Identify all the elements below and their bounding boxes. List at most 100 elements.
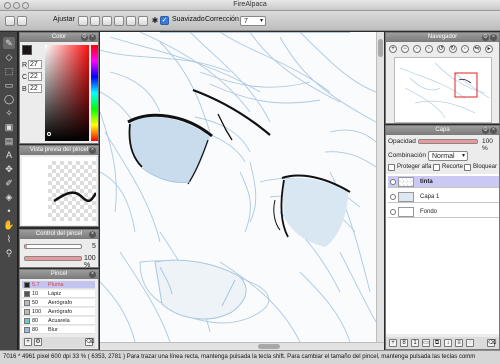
new-layer-icon[interactable]: + (389, 339, 397, 347)
dot-pen-tool-icon[interactable]: • (3, 205, 15, 217)
brush-name: Aerógrafo (48, 300, 73, 306)
snap-radial-button[interactable] (126, 16, 136, 26)
canvas-area[interactable] (100, 32, 384, 350)
hand-tool-icon[interactable]: ✋ (3, 219, 15, 231)
snap-vanishing-button[interactable] (114, 16, 124, 26)
magic-wand-tool-icon[interactable]: ✧ (3, 107, 15, 119)
snap-circle-button[interactable] (138, 16, 148, 26)
horizontal-scroll-thumb[interactable] (258, 344, 280, 349)
eyedropper-tool-icon[interactable]: ⌇ (3, 233, 15, 245)
new-folder-icon[interactable]: ▭ (422, 339, 430, 347)
merge-down-icon[interactable]: ↓ (444, 339, 452, 347)
brush-item-aerografo-100[interactable]: 100 Aerógrafo (22, 308, 95, 316)
snap-off-button[interactable] (78, 16, 88, 26)
lasso-tool-icon[interactable]: ◯ (3, 93, 15, 105)
panel-close-icon[interactable]: × (89, 147, 96, 154)
text-tool-icon[interactable]: A (3, 149, 15, 161)
delete-brush-icon[interactable]: ⌫ (85, 338, 94, 346)
navigator-thumbnail[interactable] (394, 57, 492, 123)
rotate-right-icon[interactable]: ↻ (449, 45, 457, 53)
zoom-tool-icon[interactable]: ⚲ (3, 247, 15, 259)
panel-close-icon[interactable]: × (490, 34, 497, 41)
brush-item-blur[interactable]: 80 Blur (22, 326, 95, 334)
clip-checkbox[interactable] (433, 164, 440, 171)
brush-name: Acuarela (48, 318, 70, 324)
lock-checkbox[interactable] (464, 164, 471, 171)
eye-icon[interactable] (390, 209, 396, 215)
primary-color-fill (23, 46, 31, 54)
vertical-scroll-thumb[interactable] (378, 39, 383, 57)
gradient-tool-icon[interactable]: ▤ (3, 135, 15, 147)
snap-cross-button[interactable] (102, 16, 112, 26)
brush-opacity-slider[interactable] (24, 256, 82, 261)
navigator-menu-icon[interactable]: ▸ (485, 45, 493, 53)
canvas-vertical-scrollbar[interactable] (376, 32, 384, 350)
brush-item-pluma[interactable]: 5.7 Pluma (22, 281, 95, 289)
zoom-fit-icon[interactable]: ◦ (413, 45, 421, 53)
correccion-select[interactable]: 7 ▾ (240, 16, 266, 26)
canvas-drawing[interactable] (100, 32, 376, 342)
suavizado-checkbox[interactable]: ✓ (160, 16, 169, 25)
add-brush-icon[interactable]: + (24, 338, 32, 346)
rotate-left-icon[interactable]: ↺ (437, 45, 445, 53)
panel-settings-icon[interactable]: ⚙ (81, 34, 88, 41)
saturation-value-field[interactable] (45, 45, 89, 141)
layer-properties-icon[interactable]: ≡ (455, 339, 463, 347)
brush-item-aerografo-50[interactable]: 50 Aerógrafo (22, 299, 95, 307)
b-label: B (22, 86, 27, 93)
layer-row-fondo[interactable]: Fondo (388, 206, 499, 218)
layer-panel: Capa ⚙ × Opacidad 100 % Combinación Norm… (385, 125, 500, 350)
flip-horizontal-icon[interactable]: ⇋ (473, 45, 481, 53)
blend-mode-select[interactable]: Normal ▾ (428, 151, 468, 161)
brush-preview-header: Vista previa del pincel × (20, 146, 98, 155)
navigator-toolbar: + − ◦ ◦ ↺ ↻ ◦ ⇋ ▸ (386, 43, 499, 55)
clear-layer-icon[interactable]: ◌ (466, 339, 474, 347)
eye-icon[interactable] (390, 179, 396, 185)
panel-settings-icon[interactable]: ⚙ (482, 127, 489, 134)
new-8bit-layer-icon[interactable]: 8 (400, 339, 408, 347)
panel-close-icon[interactable]: × (89, 231, 96, 238)
brush-size-value: 5 (92, 243, 96, 250)
select-tool-icon[interactable]: ▭ (3, 79, 15, 91)
move-tool-icon[interactable]: ✥ (3, 163, 15, 175)
hue-slider[interactable] (91, 45, 98, 141)
brush-item-acuarela[interactable]: 80 Acuarela (22, 317, 95, 325)
layer-opacity-slider[interactable] (418, 139, 478, 144)
brush-swatch (24, 282, 30, 288)
panel-close-icon[interactable]: × (89, 271, 96, 278)
brush-stroke-preview (53, 191, 96, 203)
duplicate-layer-icon[interactable]: ⧉ (433, 339, 441, 347)
chevron-down-icon: ▾ (461, 153, 465, 159)
layer-row-capa-1[interactable]: Capa 1 (388, 191, 499, 203)
panel-settings-icon[interactable]: ⚙ (482, 34, 489, 41)
rotate-reset-icon[interactable]: ◦ (461, 45, 469, 53)
canvas-horizontal-scrollbar[interactable] (100, 342, 384, 350)
brush-settings-icon[interactable]: ⚙ (34, 338, 42, 346)
zoom-in-icon[interactable]: + (389, 45, 397, 53)
delete-layer-icon[interactable]: ⌫ (487, 339, 496, 347)
fill-tool-icon[interactable]: ▣ (3, 121, 15, 133)
protect-alpha-checkbox[interactable] (388, 164, 395, 171)
snap-parallel-button[interactable] (90, 16, 100, 26)
zoom-out-icon[interactable]: − (401, 45, 409, 53)
snap-settings-icon[interactable]: ✱ (150, 16, 160, 26)
brush-item-lapiz[interactable]: 10 Lápiz (22, 290, 95, 298)
new-1bit-layer-icon[interactable]: 1 (411, 339, 419, 347)
zoom-actual-icon[interactable]: ◦ (425, 45, 433, 53)
brush-settings-button[interactable] (5, 16, 15, 26)
brush-size-slider[interactable] (24, 244, 82, 249)
pen-tool-icon[interactable]: ✎ (3, 37, 15, 49)
b-input[interactable]: 22 (28, 84, 42, 93)
select-pen-tool-icon[interactable]: ✐ (3, 177, 15, 189)
r-input[interactable]: 27 (28, 60, 42, 69)
select-eraser-tool-icon[interactable]: ◈ (3, 191, 15, 203)
snap-menu-button[interactable] (17, 16, 27, 26)
panel-close-icon[interactable]: × (490, 127, 497, 134)
eraser-tool-icon[interactable]: ◇ (3, 51, 15, 63)
brush-name: Pluma (48, 282, 64, 288)
eye-icon[interactable] (390, 194, 396, 200)
layer-row-tinta[interactable]: tinta (388, 176, 499, 188)
g-input[interactable]: 22 (28, 72, 42, 81)
transform-tool-icon[interactable]: ⬚ (3, 65, 15, 77)
panel-close-icon[interactable]: × (89, 34, 96, 41)
